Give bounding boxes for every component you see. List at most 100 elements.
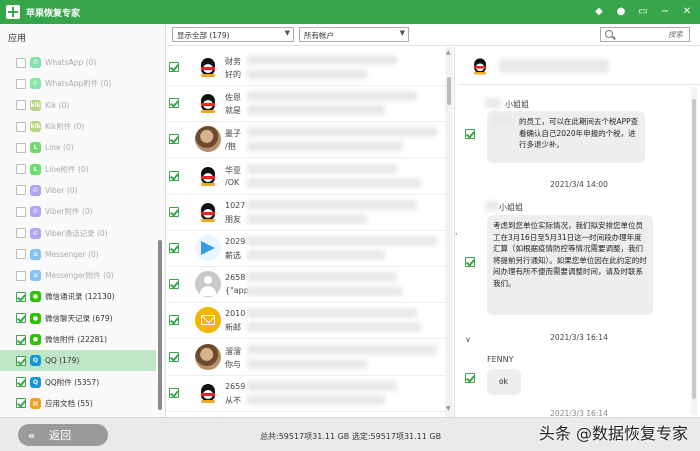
contact-checkbox[interactable]	[169, 170, 179, 181]
sidebar-item-checkbox[interactable]	[16, 355, 26, 366]
sidebar-item[interactable]: ✆ WhatsApp (0)	[0, 52, 156, 73]
sidebar-item[interactable]: Q QQ (179)	[0, 350, 156, 372]
minimize-icon[interactable]: −	[658, 5, 672, 19]
contact-checkbox[interactable]	[169, 279, 179, 290]
sidebar-scrollbar[interactable]	[158, 240, 162, 410]
bottom-bar: « 返回 总共:59517项31.11 GB 选定:59517项31.11 GB…	[0, 417, 700, 451]
contact-name: 溜溜	[225, 346, 241, 356]
document-icon: ▤	[30, 397, 41, 409]
watermark: 头条 @数据恢复专家	[538, 424, 688, 443]
sidebar-item-checkbox[interactable]	[16, 121, 26, 132]
sidebar-item-checkbox[interactable]	[16, 57, 26, 68]
redacted-text	[247, 286, 403, 297]
search-input[interactable]	[619, 29, 685, 40]
chat-avatar	[469, 55, 491, 77]
chevron-down-icon[interactable]: ∨	[465, 335, 471, 344]
redacted-text	[247, 69, 367, 79]
sidebar-item-checkbox[interactable]	[16, 206, 26, 217]
sidebar-item-checkbox[interactable]	[16, 398, 26, 409]
sidebar-item-label: Viber (0)	[45, 185, 78, 195]
sidebar-item-checkbox[interactable]	[16, 164, 26, 175]
messenger-icon: ≋	[30, 248, 41, 260]
sidebar-item[interactable]: ● 微信聊天记录 (679)	[0, 308, 156, 329]
contact-name: 财务	[225, 57, 241, 66]
sidebar-item-checkbox[interactable]	[16, 291, 26, 302]
contact-checkbox[interactable]	[169, 351, 179, 362]
message-checkbox[interactable]	[465, 257, 475, 267]
contact-last-message: 从不	[225, 395, 241, 405]
sidebar-item-checkbox[interactable]	[16, 185, 26, 196]
sidebar-item-checkbox[interactable]	[16, 334, 26, 345]
filter-select[interactable]: 显示全部 (179) ▼	[172, 27, 294, 42]
sidebar-item[interactable]: kik Kik (0)	[0, 95, 156, 116]
contact-last-message: 好的	[225, 70, 241, 79]
message-checkbox[interactable]	[465, 129, 475, 139]
redacted-text	[247, 236, 437, 246]
contact-row[interactable]: 华亚/OK	[167, 159, 447, 195]
close-icon[interactable]: ✕	[680, 5, 694, 19]
redacted-text	[247, 322, 421, 333]
contact-last-message: 你与	[225, 359, 241, 369]
contact-checkbox[interactable]	[169, 315, 179, 326]
diamond-icon[interactable]: ◆	[592, 5, 606, 19]
sidebar-item-checkbox[interactable]	[16, 78, 26, 89]
contact-checkbox[interactable]	[169, 206, 179, 217]
chat-header	[459, 47, 700, 85]
photo-avatar	[195, 343, 221, 370]
sidebar-item-checkbox[interactable]	[16, 270, 26, 281]
message-icon[interactable]: ▭	[636, 5, 650, 19]
contact-row[interactable]: 2010 新邮	[167, 303, 447, 340]
message-sender: 小姐姐	[499, 203, 523, 212]
chat-scroll-thumb[interactable]	[692, 99, 696, 399]
contact-avatar	[195, 343, 221, 370]
qq-icon: Q	[30, 355, 41, 367]
kik-icon: kik	[30, 99, 41, 111]
sidebar-item[interactable]: L Line附件 (0)	[0, 158, 156, 179]
sidebar-item-checkbox[interactable]	[16, 142, 26, 153]
sidebar-item[interactable]: ✆ Viber附件 (0)	[0, 201, 156, 222]
sidebar-item-label: WhatsApp附件 (0)	[45, 79, 112, 89]
contact-checkbox[interactable]	[169, 134, 179, 145]
sidebar-item[interactable]: ≋ Messenger附件 (0)	[0, 265, 156, 286]
contact-row[interactable]: 财务 好的	[167, 50, 447, 86]
contact-checkbox[interactable]	[169, 98, 179, 109]
sidebar-item-checkbox[interactable]	[16, 228, 26, 239]
sidebar-item-checkbox[interactable]	[16, 313, 26, 324]
contact-row[interactable]: 2658 {"app	[167, 267, 447, 304]
sidebar-item[interactable]: ✆ Viber通话记录 (0)	[0, 222, 156, 243]
user-icon[interactable]: ●	[614, 5, 628, 19]
contact-row[interactable]: 佐恩 就是	[167, 86, 447, 123]
split-handle-icon[interactable]: ›	[455, 230, 458, 238]
search-box[interactable]	[600, 27, 690, 42]
message-checkbox[interactable]	[465, 373, 475, 383]
sidebar-item-checkbox[interactable]	[16, 100, 26, 111]
contact-avatar	[195, 379, 221, 406]
sidebar-item-label: Messenger附件 (0)	[45, 271, 114, 281]
sidebar-item[interactable]: ✆ Viber (0)	[0, 180, 156, 201]
sidebar-item-checkbox[interactable]	[16, 377, 26, 388]
contact-row[interactable]: 2029 薪选	[167, 231, 447, 267]
qq-penguin-icon	[469, 55, 488, 75]
contact-checkbox[interactable]	[169, 62, 179, 72]
sidebar-item[interactable]: ≋ Messenger (0)	[0, 244, 156, 265]
sidebar-item[interactable]: L Line (0)	[0, 137, 156, 158]
sidebar-item[interactable]: ● 微信通讯录 (12130)	[0, 286, 156, 307]
contact-row[interactable]: 墨子/抱	[167, 122, 447, 159]
sidebar-item[interactable]: ✆ WhatsApp附件 (0)	[0, 73, 156, 94]
contact-checkbox[interactable]	[169, 243, 179, 253]
sidebar-item[interactable]: Q QQ附件 (5357)	[0, 371, 156, 392]
contact-checkbox[interactable]	[169, 387, 179, 398]
back-button[interactable]: « 返回	[18, 424, 108, 446]
contact-last-message: 新邮	[225, 323, 241, 333]
account-select[interactable]: 所有帐户 ▼	[299, 27, 409, 42]
sidebar-item-label: Line附件 (0)	[45, 164, 89, 174]
sidebar-item-checkbox[interactable]	[16, 249, 26, 260]
contact-row[interactable]: 2659 从不	[167, 376, 447, 412]
message-sender: FENNY	[487, 355, 514, 364]
sidebar-item[interactable]: ▤ 应用文档 (55)	[0, 393, 156, 414]
contact-row[interactable]: 1027 朋友	[167, 195, 447, 231]
sidebar-item[interactable]: ● 微信附件 (22281)	[0, 329, 156, 350]
contact-row[interactable]: 溜溜 你与	[167, 340, 447, 376]
contact-list-scroll-thumb[interactable]	[447, 77, 451, 105]
sidebar-item[interactable]: kik Kik附件 (0)	[0, 116, 156, 137]
